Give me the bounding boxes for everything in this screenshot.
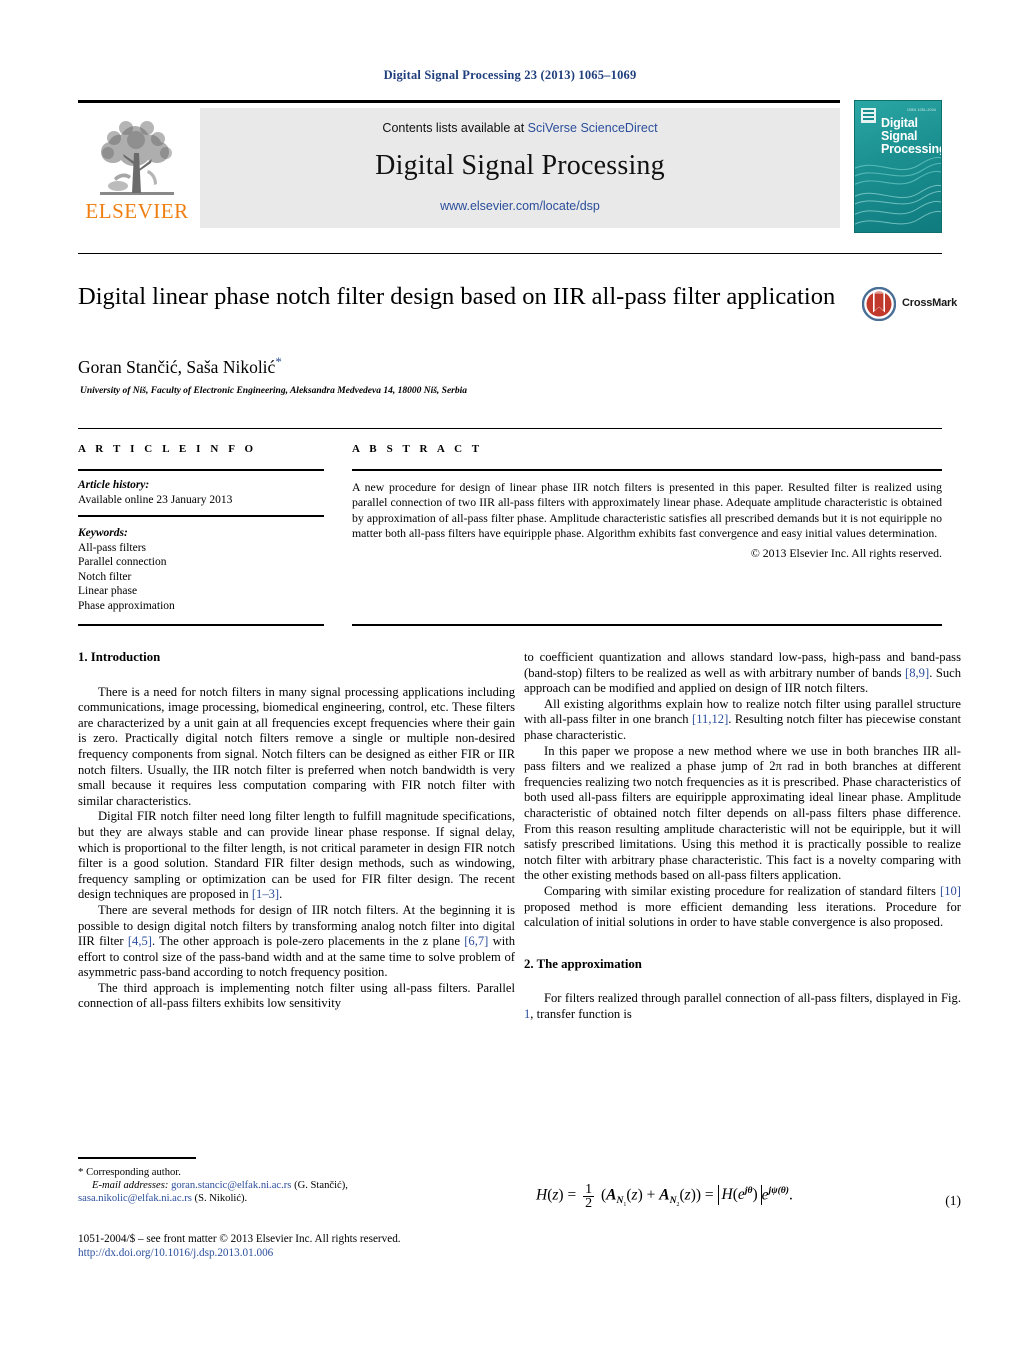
crossmark-label: CrossMark xyxy=(902,297,958,309)
paragraph: In this paper we propose a new method wh… xyxy=(524,743,961,883)
article-info-rule-1 xyxy=(78,469,324,471)
contents-line: Contents lists available at SciVerse Sci… xyxy=(200,121,840,135)
equation-expression: H(z) = 12 (AN1(z) + AN2(z)) = H(ejθ) ejψ(… xyxy=(536,1182,793,1211)
abstract-text: A new procedure for design of linear pha… xyxy=(352,480,942,541)
paragraph-text: to coefficient quantization and allows s… xyxy=(524,650,961,680)
crossmark-badge[interactable]: CrossMark xyxy=(862,287,958,323)
article-history-value: Available online 23 January 2013 xyxy=(78,493,233,506)
paragraph-text: Comparing with similar existing procedur… xyxy=(544,883,941,898)
email-link-nikolic[interactable]: sasa.nikolic@elfak.ni.ac.rs xyxy=(78,1193,192,1204)
citation-link[interactable]: [11,12] xyxy=(692,712,728,726)
journal-masthead: ELSEVIER Contents lists available at Sci… xyxy=(78,100,942,233)
footnote-marker: * xyxy=(78,1165,84,1178)
contents-prefix: Contents lists available at xyxy=(382,121,528,135)
paragraph: There are several methods for design of … xyxy=(78,903,515,981)
abstract-column: A B S T R A C T A new procedure for desi… xyxy=(352,443,942,561)
paragraph-text: Digital FIR notch filter need long filte… xyxy=(78,809,515,902)
abstract-copyright: © 2013 Elsevier Inc. All rights reserved… xyxy=(750,545,942,560)
keyword-item: Notch filter xyxy=(78,570,132,583)
title-divider xyxy=(78,253,942,254)
journal-header-box: Contents lists available at SciVerse Sci… xyxy=(200,108,840,228)
email-link-stancic[interactable]: goran.stancic@elfak.ni.ac.rs xyxy=(171,1180,291,1191)
footnote-corresponding: * Corresponding author. xyxy=(78,1166,515,1179)
citation-link[interactable]: [4,5] xyxy=(128,934,152,948)
article-info-heading: A R T I C L E I N F O xyxy=(78,443,257,455)
corresponding-author-marker[interactable]: * xyxy=(275,354,282,369)
paragraph: The third approach is implementing notch… xyxy=(78,980,515,1011)
cover-journal-title: Digital Signal Processing xyxy=(881,117,942,156)
imprint-line: 1051-2004/$ – see front matter © 2013 El… xyxy=(78,1233,401,1245)
paragraph-tail: proposed method is more efficient demand… xyxy=(524,899,961,930)
masthead-top-rule xyxy=(78,100,840,103)
citation-link[interactable]: [8,9] xyxy=(905,666,929,680)
paragraph-mid: . The other approach is pole-zero placem… xyxy=(151,934,465,949)
keyword-item: Linear phase xyxy=(78,585,138,597)
info-bottom-rule xyxy=(78,624,324,626)
imprint-block: 1051-2004/$ – see front matter © 2013 El… xyxy=(78,1232,515,1261)
email-label: E-mail addresses: xyxy=(92,1179,169,1191)
section-heading-approximation: 2. The approximation xyxy=(524,956,642,971)
keywords-label: Keywords: xyxy=(78,527,128,539)
paragraph: All existing algorithms explain how to r… xyxy=(524,697,961,744)
info-top-rule xyxy=(78,428,942,429)
paragraph: Digital FIR notch filter need long filte… xyxy=(78,809,515,903)
abstract-heading: A B S T R A C T xyxy=(352,443,483,455)
page-title: Digital linear phase notch filter design… xyxy=(78,283,836,310)
citation-link[interactable]: [1–3] xyxy=(252,887,279,901)
paragraph: There is a need for notch filters in man… xyxy=(78,684,515,808)
footnote-corresponding-text: Corresponding author. xyxy=(86,1166,181,1178)
citation-link[interactable]: [10] xyxy=(940,884,961,898)
article-info-column: A R T I C L E I N F O Article history: A… xyxy=(78,443,324,613)
journal-article-page: Digital Signal Processing 23 (2013) 1065… xyxy=(0,0,1020,1351)
citation-link[interactable]: [6,7] xyxy=(464,934,488,948)
running-head: Digital Signal Processing 23 (2013) 1065… xyxy=(383,68,637,82)
keyword-item: Parallel connection xyxy=(78,556,167,568)
abstract-rule xyxy=(352,469,942,471)
paragraph: to coefficient quantization and allows s… xyxy=(524,650,961,697)
author-names: Goran Stančić, Saša Nikolić xyxy=(78,356,276,377)
footnote-emails: E-mail addresses: goran.stancic@elfak.ni… xyxy=(78,1179,515,1192)
paragraph-text: For filters realized through parallel co… xyxy=(544,991,961,1006)
footnote-rule xyxy=(78,1157,196,1159)
article-history-block: Article history: Available online 23 Jan… xyxy=(78,478,324,507)
cover-wave-graphic xyxy=(855,156,941,225)
elsevier-logo: ELSEVIER xyxy=(78,108,196,228)
journal-url-link[interactable]: www.elsevier.com/locate/dsp xyxy=(200,199,840,213)
footnote-block: * Corresponding author. E-mail addresses… xyxy=(78,1157,515,1206)
keyword-item: All-pass filters xyxy=(78,541,147,554)
cover-issn: ISSN 1051-2004 xyxy=(907,108,936,112)
crossmark-icon xyxy=(862,287,896,321)
sciencedirect-link[interactable]: SciVerse ScienceDirect xyxy=(528,121,658,135)
paragraph: Comparing with similar existing procedur… xyxy=(524,884,961,931)
author-list: Goran Stančić, Saša Nikolić* xyxy=(78,354,838,378)
email-owner-1: (G. Stančić), xyxy=(291,1179,348,1191)
email-owner-2: (S. Nikolić). xyxy=(191,1193,248,1205)
article-info-rule-2 xyxy=(78,515,324,517)
keywords-block: Keywords: All-pass filters Parallel conn… xyxy=(78,526,324,613)
fraction-one-half: 12 xyxy=(583,1182,595,1211)
elsevier-tree-icon xyxy=(100,121,174,195)
paragraph: For filters realized through parallel co… xyxy=(524,991,961,1022)
equation-number: (1) xyxy=(945,1193,961,1208)
affiliation: University of Niš, Faculty of Electronic… xyxy=(80,386,468,396)
paragraph-tail: . xyxy=(279,887,283,902)
elsevier-wordmark: ELSEVIER xyxy=(85,199,189,223)
body-column-right: to coefficient quantization and allows s… xyxy=(524,650,961,1022)
abstract-bottom-rule xyxy=(352,624,942,626)
article-history-label: Article history: xyxy=(78,479,150,491)
doi-link[interactable]: http://dx.doi.org/10.1016/j.dsp.2013.01.… xyxy=(78,1247,273,1259)
body-column-left: 1. Introduction There is a need for notc… xyxy=(78,650,515,1012)
paragraph-tail: , transfer function is xyxy=(530,1006,632,1021)
journal-title: Digital Signal Processing xyxy=(375,150,665,181)
footnote-emails-cont: sasa.nikolic@elfak.ni.ac.rs (S. Nikolić)… xyxy=(78,1192,515,1205)
elsevier-cover-mark-icon xyxy=(861,108,876,123)
section-heading-introduction: 1. Introduction xyxy=(78,650,161,664)
cover-title-line-3: Processing xyxy=(881,142,942,156)
journal-cover-thumbnail: ISSN 1051-2004 Digital Signal Processing xyxy=(854,100,942,233)
keyword-item: Phase approximation xyxy=(78,599,175,612)
